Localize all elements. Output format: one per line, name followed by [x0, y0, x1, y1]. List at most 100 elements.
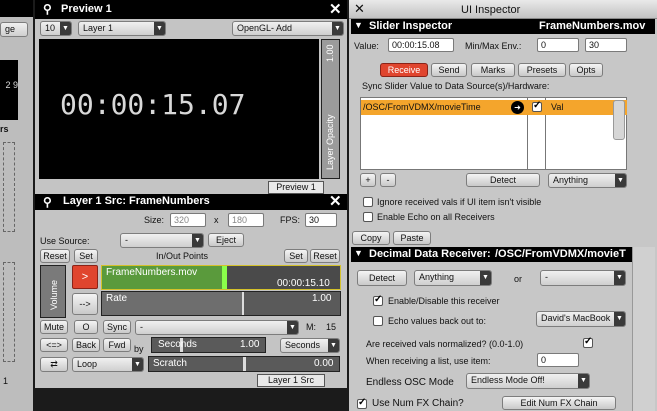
minmax-label: Min/Max Env.: [465, 41, 522, 51]
by-label: by [134, 344, 144, 354]
echo-target-value: David's MacBook [541, 313, 611, 323]
loop-dropdown[interactable]: Loop ▼ [72, 357, 144, 372]
reset-in-button[interactable]: Reset [40, 249, 70, 263]
tab-opts[interactable]: Opts [569, 63, 603, 77]
back-button[interactable]: Back [72, 338, 100, 352]
seconds-slider[interactable]: Seconds 1.00 [151, 337, 266, 353]
tab-send[interactable]: Send [431, 63, 467, 77]
reset-out-button[interactable]: Reset [310, 249, 340, 263]
chevron-down-icon: ▼ [287, 321, 298, 334]
layer-index-dropdown[interactable]: 10 ▼ [40, 21, 72, 36]
sync-dropdown[interactable]: - ▼ [135, 320, 299, 335]
min-field[interactable]: 0 [537, 38, 579, 52]
tab-marks[interactable]: Marks [471, 63, 515, 77]
preview-tab[interactable]: Preview 1 [268, 181, 324, 194]
height-field[interactable]: 180 [228, 213, 264, 227]
inspector-close-icon[interactable]: ✕ [354, 1, 365, 17]
renderer-dropdown[interactable]: OpenGL- Add ▼ [232, 21, 344, 36]
source-val: Val [551, 102, 564, 112]
set-in-button[interactable]: Set [74, 249, 98, 263]
detect-button-2[interactable]: Detect [357, 270, 407, 286]
endless-mode-dropdown[interactable]: Endless Mode Off! ▼ [466, 373, 590, 389]
list-item-field[interactable]: 0 [537, 353, 579, 367]
scratch-slider[interactable]: Scratch 0.00 [148, 356, 340, 372]
tab-presets[interactable]: Presets [518, 63, 566, 77]
nav-button[interactable]: <=> [40, 338, 68, 352]
copy-button[interactable]: Copy [352, 231, 390, 245]
fps-field[interactable]: 30 [305, 213, 337, 227]
normalized-checkbox[interactable] [583, 336, 593, 348]
loop-mode-icon-button[interactable]: ⇄ [40, 357, 68, 372]
enable-echo-label: Enable Echo on all Receivers [377, 212, 495, 222]
fps-label: FPS: [280, 215, 301, 225]
inspector-titlebar[interactable]: ✕ UI Inspector [349, 0, 657, 19]
scratch-label: Scratch [153, 358, 187, 369]
detect-target-dropdown[interactable]: - ▼ [540, 270, 626, 286]
left-source-dropdown[interactable]: ge [0, 22, 28, 37]
play-button[interactable]: > [72, 265, 98, 289]
decimal-receiver-path: /OSC/FromVDMX/movieT [495, 248, 626, 260]
layer-src-titlebar[interactable]: ⚲ Layer 1 Src: FrameNumbers ✕ [35, 192, 347, 210]
preview-titlebar[interactable]: ⚲ Preview 1 ✕ [35, 0, 347, 19]
skip-button[interactable]: --> [72, 293, 98, 315]
use-source-dropdown[interactable]: - ▼ [120, 233, 204, 248]
enable-receiver-label: Enable/Disable this receiver [388, 296, 500, 306]
edit-fx-chain-button[interactable]: Edit Num FX Chain [502, 396, 616, 410]
rate-slider[interactable]: Rate 1.00 [101, 291, 341, 316]
set-out-button[interactable]: Set [284, 249, 308, 263]
source-list[interactable]: /OSC/FromVDMX/movieTime ➜ Val [360, 97, 627, 170]
rate-value: 1.00 [312, 293, 332, 304]
decimal-receiver-title: Decimal Data Receiver: [369, 248, 491, 260]
layer-opacity-slider[interactable]: 1.00 Layer Opacity [321, 39, 340, 179]
ignore-invisible-checkbox[interactable] [363, 197, 373, 207]
movie-timeline[interactable]: FrameNumbers.mov 00:00:15.10 [101, 265, 341, 290]
source-list-row[interactable]: /OSC/FromVDMX/movieTime ➜ Val [361, 100, 627, 115]
chevron-down-icon: ▼ [154, 22, 165, 35]
echo-target-dropdown[interactable]: David's MacBook ▼ [536, 311, 626, 327]
opacity-value: 1.00 [325, 44, 335, 62]
volume-label: Volume [49, 279, 59, 310]
max-field[interactable]: 30 [585, 38, 627, 52]
num-fx-checkbox[interactable] [357, 397, 367, 409]
timeline-playhead [222, 266, 227, 289]
search-icon: ⚲ [43, 195, 52, 209]
anything-dropdown-2[interactable]: Anything ▼ [414, 270, 492, 286]
left-dropdown-label: ge [5, 24, 16, 34]
search-icon: ⚲ [43, 2, 52, 16]
paste-button[interactable]: Paste [393, 231, 431, 245]
seconds-dropdown[interactable]: Seconds ▼ [280, 338, 340, 353]
chevron-down-icon: ▼ [578, 374, 589, 388]
preview-title: Preview 1 [61, 3, 112, 15]
go-arrow-icon[interactable]: ➜ [511, 101, 524, 114]
add-source-button[interactable]: + [360, 173, 376, 187]
left-counter: 2 9 [5, 80, 18, 90]
layer-dropdown[interactable]: Layer 1 ▼ [78, 21, 166, 36]
eject-button[interactable]: Eject [208, 233, 244, 247]
collapse-triangle-icon[interactable]: ▼ [354, 248, 363, 258]
sync-button[interactable]: Sync [103, 320, 131, 334]
anything-dropdown[interactable]: Anything ▼ [548, 173, 627, 188]
enable-receiver-checkbox[interactable] [373, 294, 383, 306]
source-enabled-checkbox[interactable] [532, 100, 542, 112]
detect-button[interactable]: Detect [466, 173, 540, 187]
chevron-down-icon: ▼ [192, 234, 203, 247]
rate-marker [242, 292, 244, 315]
echo-out-checkbox[interactable] [373, 316, 383, 326]
tab-receive[interactable]: Receive [380, 63, 428, 77]
width-field[interactable]: 320 [170, 213, 206, 227]
enable-echo-checkbox[interactable] [363, 212, 373, 222]
source-list-scrollbar[interactable] [613, 100, 625, 140]
fwd-button[interactable]: Fwd [103, 338, 131, 352]
inspector-scrollbar[interactable] [632, 247, 655, 411]
slider-inspector-header: ▼ Slider Inspector FrameNumbers.mov [351, 19, 655, 34]
o-button[interactable]: O [74, 320, 98, 334]
collapse-triangle-icon[interactable]: ▼ [354, 20, 363, 30]
preview-close-icon[interactable]: ✕ [329, 0, 342, 18]
mute-button[interactable]: Mute [40, 320, 68, 334]
volume-slider[interactable]: Volume [40, 265, 66, 318]
remove-source-button[interactable]: - [380, 173, 396, 187]
layer-src-close-icon[interactable]: ✕ [329, 192, 342, 210]
normalized-label: Are received vals normalized? (0.0-1.0) [366, 339, 524, 349]
layer-src-tab[interactable]: Layer 1 Src [257, 374, 325, 387]
value-field[interactable]: 00:00:15.08 [388, 38, 454, 52]
